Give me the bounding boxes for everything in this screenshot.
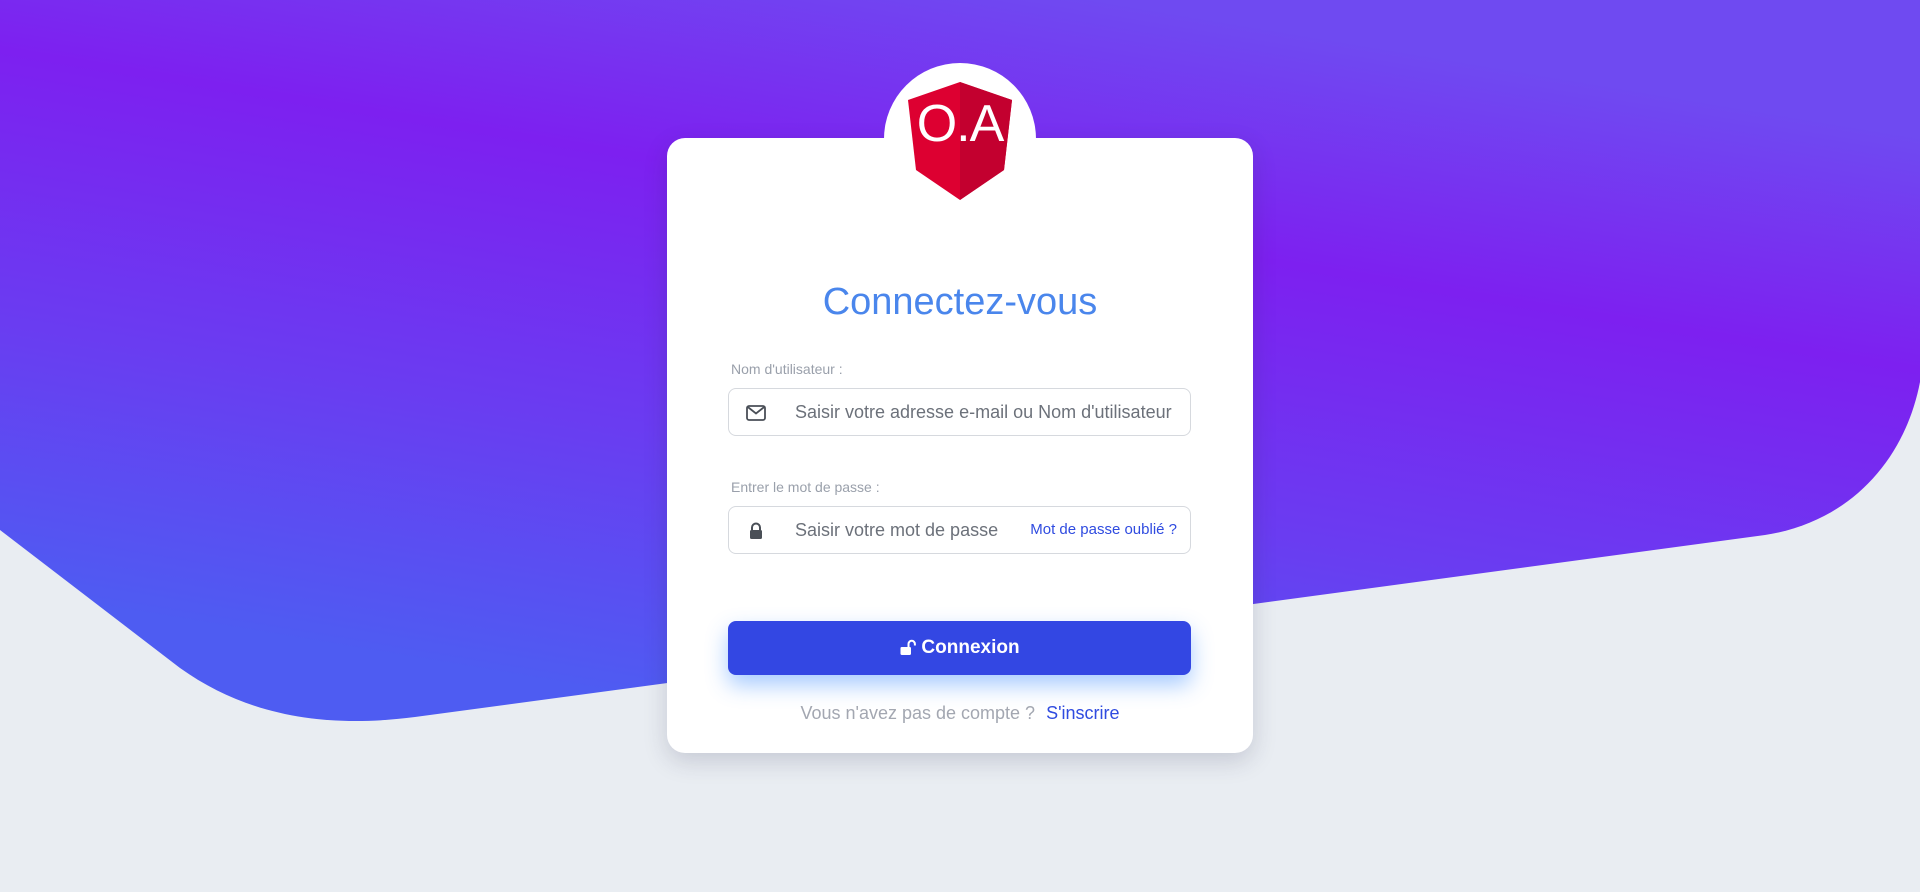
username-label: Nom d'utilisateur : xyxy=(731,361,843,377)
logo-text: O.A xyxy=(916,95,1005,153)
password-field: Mot de passe oublié ? xyxy=(728,506,1191,554)
unlock-icon xyxy=(900,639,917,655)
login-button-label: Connexion xyxy=(921,637,1020,658)
password-label: Entrer le mot de passe : xyxy=(731,479,880,495)
password-input[interactable] xyxy=(795,511,1015,549)
username-input[interactable] xyxy=(795,393,1175,431)
forgot-password-link[interactable]: Mot de passe oublié ? xyxy=(1030,521,1177,539)
signup-prompt: Vous n'avez pas de compte ? xyxy=(800,703,1036,723)
page-title: Connectez-vous xyxy=(822,281,1098,323)
login-button[interactable]: Connexion xyxy=(728,621,1191,675)
signup-row: Vous n'avez pas de compte ? S'inscrire xyxy=(667,701,1253,725)
lock-icon xyxy=(750,522,762,539)
signup-link[interactable]: S'inscrire xyxy=(1046,703,1119,723)
username-field xyxy=(728,388,1191,436)
envelope-icon xyxy=(746,405,766,421)
login-page: O.A Connectez-vous Nom d'utilisateur : E… xyxy=(0,0,1920,892)
